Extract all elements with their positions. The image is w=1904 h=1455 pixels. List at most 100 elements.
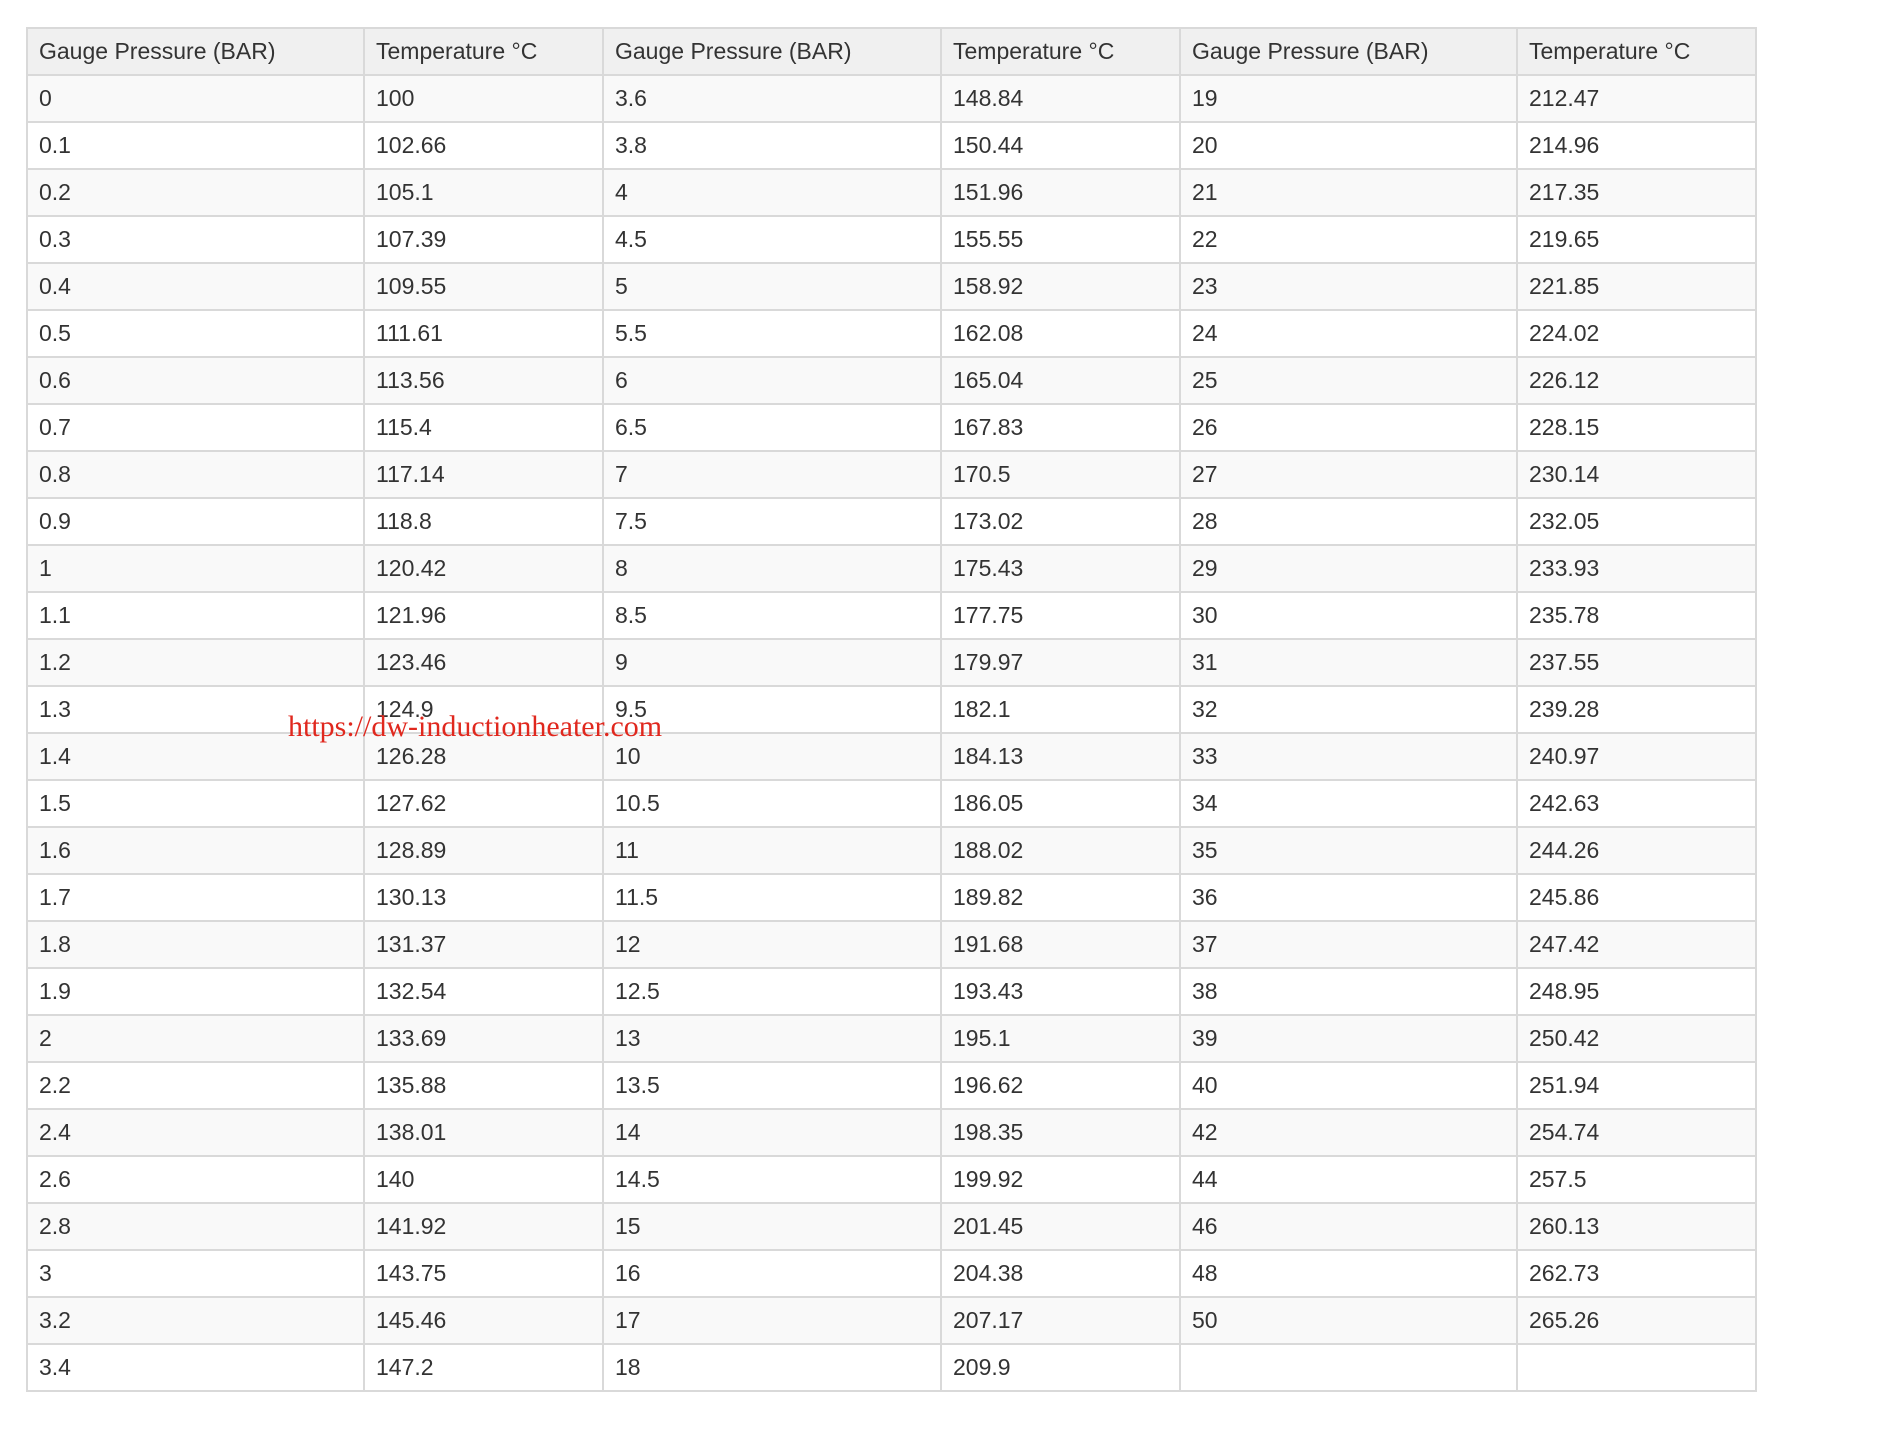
temperature-cell: 228.15 (1516, 403, 1757, 452)
gauge-pressure-cell: 3.8 (602, 121, 942, 170)
gauge-pressure-cell: 12 (602, 920, 942, 969)
gauge-pressure-cell: 0.7 (26, 403, 365, 452)
gauge-pressure-cell: 14 (602, 1108, 942, 1157)
temperature-cell: 224.02 (1516, 309, 1757, 358)
temperature-cell: 209.9 (940, 1343, 1181, 1392)
header-gauge-pressure-1: Gauge Pressure (BAR) (26, 27, 365, 76)
gauge-pressure-cell: 1 (26, 544, 365, 593)
table-body: 0 100 3.6 148.84 19 212.47 0.1 102.66 3.8 150.44 2… (26, 74, 1757, 1392)
temperature-cell: 138.01 (363, 1108, 604, 1157)
gauge-pressure-cell: 6 (602, 356, 942, 405)
table-row: 3.4 147.2 18 209.9 (26, 1343, 1757, 1392)
temperature-cell: 251.94 (1516, 1061, 1757, 1110)
table-row: 2.6 140 14.5 199.92 44 257.5 (26, 1155, 1757, 1204)
gauge-pressure-cell: 13 (602, 1014, 942, 1063)
gauge-pressure-cell: 1.7 (26, 873, 365, 922)
gauge-pressure-cell: 33 (1179, 732, 1518, 781)
table-row: 1.8 131.37 12 191.68 37 247.42 (26, 920, 1757, 969)
table-row: 0.8 117.14 7 170.5 27 230.14 (26, 450, 1757, 499)
gauge-pressure-cell: 1.6 (26, 826, 365, 875)
gauge-pressure-cell: 35 (1179, 826, 1518, 875)
table-row: 3.2 145.46 17 207.17 50 265.26 (26, 1296, 1757, 1345)
temperature-cell: 133.69 (363, 1014, 604, 1063)
temperature-cell: 167.83 (940, 403, 1181, 452)
gauge-pressure-cell: 46 (1179, 1202, 1518, 1251)
gauge-pressure-cell: 27 (1179, 450, 1518, 499)
table-row: 1.7 130.13 11.5 189.82 36 245.86 (26, 873, 1757, 922)
temperature-cell: 100 (363, 74, 604, 123)
temperature-cell: 111.61 (363, 309, 604, 358)
gauge-pressure-cell: 9 (602, 638, 942, 687)
temperature-cell: 113.56 (363, 356, 604, 405)
temperature-cell: 130.13 (363, 873, 604, 922)
gauge-pressure-cell: 0.4 (26, 262, 365, 311)
temperature-cell: 170.5 (940, 450, 1181, 499)
temperature-cell: 148.84 (940, 74, 1181, 123)
gauge-pressure-cell: 1.3 (26, 685, 365, 734)
temperature-cell: 242.63 (1516, 779, 1757, 828)
gauge-pressure-cell: 11 (602, 826, 942, 875)
table-row: 0.4 109.55 5 158.92 23 221.85 (26, 262, 1757, 311)
table-row: 2.4 138.01 14 198.35 42 254.74 (26, 1108, 1757, 1157)
temperature-cell: 195.1 (940, 1014, 1181, 1063)
temperature-cell: 175.43 (940, 544, 1181, 593)
gauge-pressure-cell: 1.2 (26, 638, 365, 687)
temperature-cell: 199.92 (940, 1155, 1181, 1204)
temperature-cell: 115.4 (363, 403, 604, 452)
table-row: 2.8 141.92 15 201.45 46 260.13 (26, 1202, 1757, 1251)
gauge-pressure-cell (1179, 1343, 1518, 1392)
gauge-pressure-cell: 10 (602, 732, 942, 781)
temperature-cell: 132.54 (363, 967, 604, 1016)
table-row: 3 143.75 16 204.38 48 262.73 (26, 1249, 1757, 1298)
gauge-pressure-cell: 2.6 (26, 1155, 365, 1204)
temperature-cell: 201.45 (940, 1202, 1181, 1251)
gauge-pressure-cell: 23 (1179, 262, 1518, 311)
gauge-pressure-cell: 25 (1179, 356, 1518, 405)
gauge-pressure-cell: 22 (1179, 215, 1518, 264)
temperature-cell: 123.46 (363, 638, 604, 687)
gauge-pressure-cell: 1.4 (26, 732, 365, 781)
table-row: 1.3 124.9 9.5 182.1 32 239.28 (26, 685, 1757, 734)
table-row: 1 120.42 8 175.43 29 233.93 (26, 544, 1757, 593)
temperature-cell: 235.78 (1516, 591, 1757, 640)
gauge-pressure-cell: 15 (602, 1202, 942, 1251)
header-temperature-1: Temperature °C (363, 27, 604, 76)
gauge-pressure-cell: 1.5 (26, 779, 365, 828)
gauge-pressure-cell: 34 (1179, 779, 1518, 828)
temperature-cell: 141.92 (363, 1202, 604, 1251)
temperature-cell: 217.35 (1516, 168, 1757, 217)
temperature-cell: 155.55 (940, 215, 1181, 264)
gauge-pressure-cell: 6.5 (602, 403, 942, 452)
gauge-pressure-cell: 36 (1179, 873, 1518, 922)
table-row: 0.9 118.8 7.5 173.02 28 232.05 (26, 497, 1757, 546)
gauge-pressure-cell: 24 (1179, 309, 1518, 358)
gauge-pressure-cell: 0.2 (26, 168, 365, 217)
table-row: 1.4 126.28 10 184.13 33 240.97 (26, 732, 1757, 781)
temperature-cell: 198.35 (940, 1108, 1181, 1157)
gauge-pressure-cell: 5.5 (602, 309, 942, 358)
temperature-cell: 173.02 (940, 497, 1181, 546)
gauge-pressure-cell: 0.6 (26, 356, 365, 405)
gauge-pressure-cell: 13.5 (602, 1061, 942, 1110)
header-temperature-3: Temperature °C (1516, 27, 1757, 76)
temperature-cell: 131.37 (363, 920, 604, 969)
gauge-pressure-cell: 12.5 (602, 967, 942, 1016)
gauge-pressure-cell: 3 (26, 1249, 365, 1298)
table-row: 0.7 115.4 6.5 167.83 26 228.15 (26, 403, 1757, 452)
gauge-pressure-cell: 48 (1179, 1249, 1518, 1298)
table-row: 0.3 107.39 4.5 155.55 22 219.65 (26, 215, 1757, 264)
gauge-pressure-cell: 0.3 (26, 215, 365, 264)
temperature-cell: 191.68 (940, 920, 1181, 969)
temperature-cell: 232.05 (1516, 497, 1757, 546)
table-row: 0.6 113.56 6 165.04 25 226.12 (26, 356, 1757, 405)
temperature-cell: 226.12 (1516, 356, 1757, 405)
temperature-cell: 127.62 (363, 779, 604, 828)
temperature-cell: 193.43 (940, 967, 1181, 1016)
gauge-pressure-cell: 3.2 (26, 1296, 365, 1345)
gauge-pressure-cell: 21 (1179, 168, 1518, 217)
table-row: 0.1 102.66 3.8 150.44 20 214.96 (26, 121, 1757, 170)
header-row: Gauge Pressure (BAR) Temperature °C Gaug… (26, 27, 1757, 76)
gauge-pressure-cell: 18 (602, 1343, 942, 1392)
temperature-cell: 147.2 (363, 1343, 604, 1392)
temperature-cell: 240.97 (1516, 732, 1757, 781)
